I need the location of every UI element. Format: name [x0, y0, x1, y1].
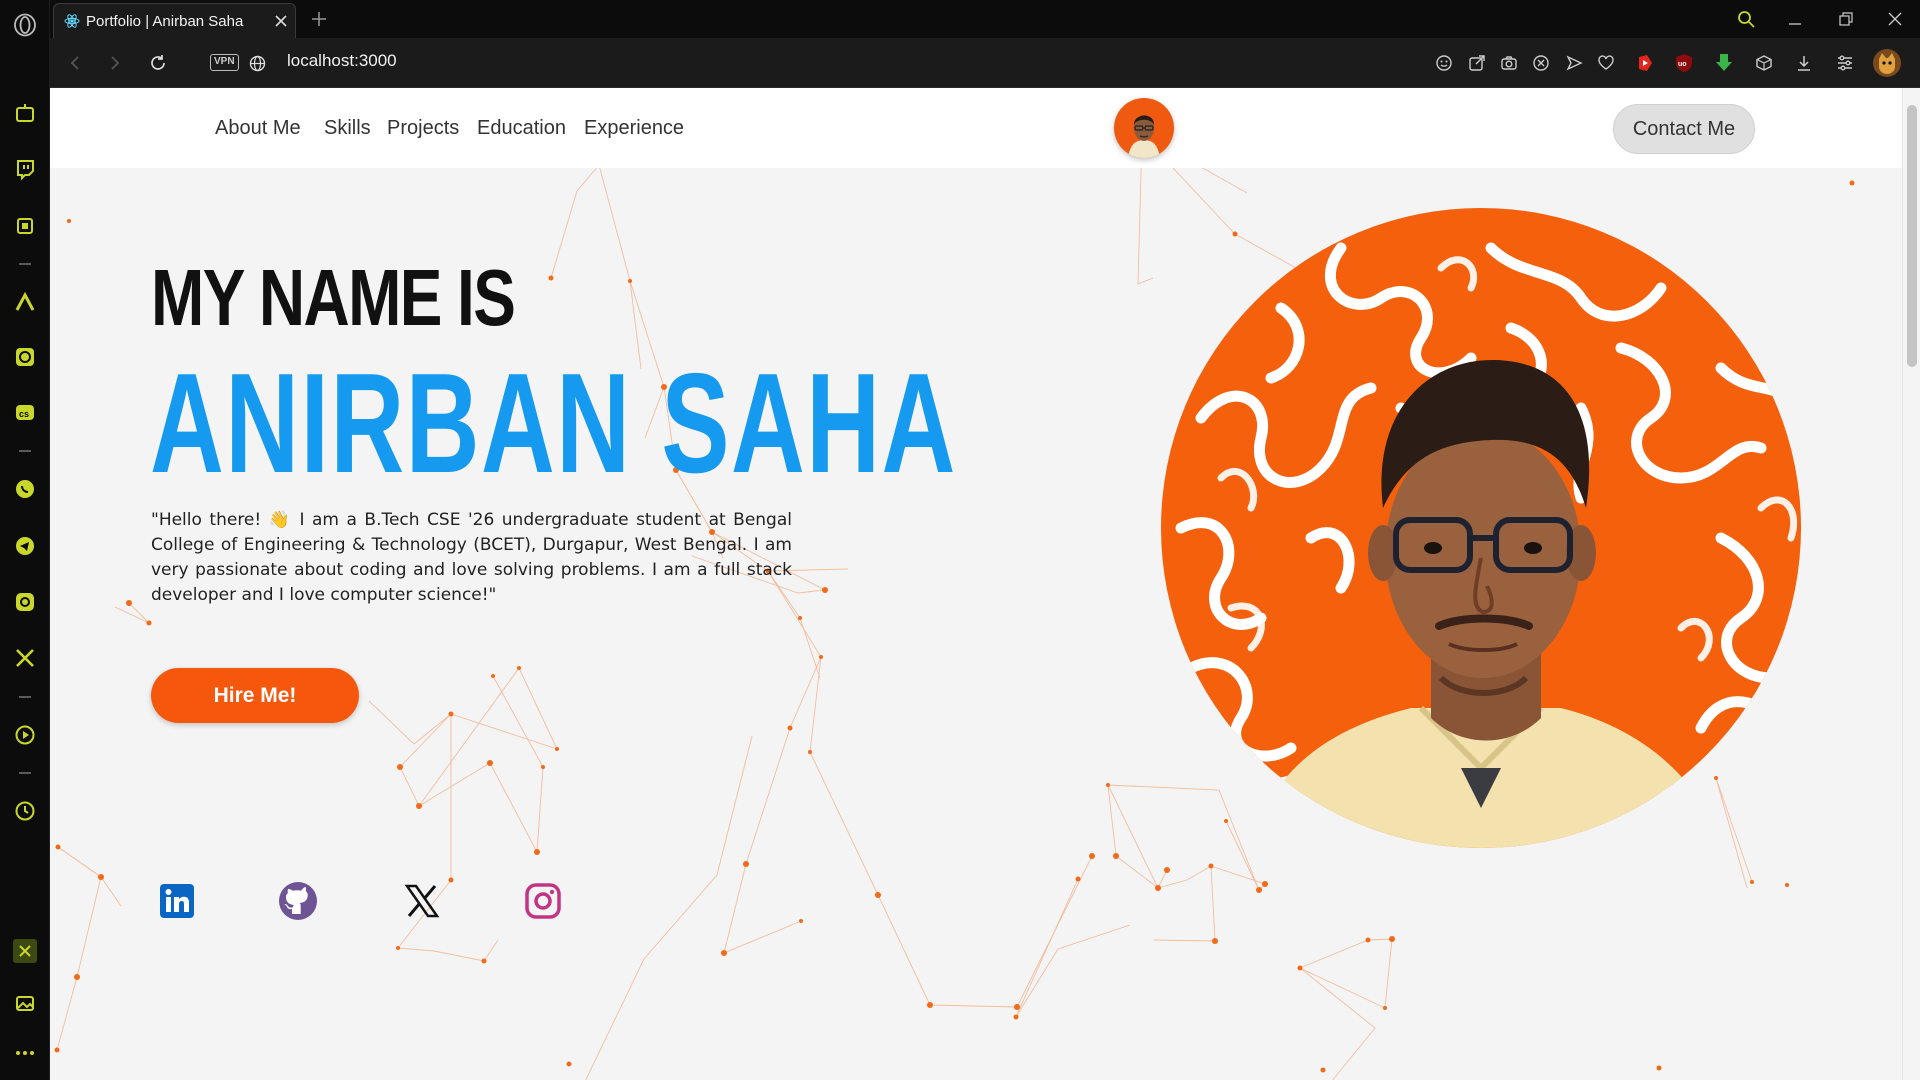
nav-skills[interactable]: Skills: [324, 117, 371, 140]
reload-icon[interactable]: [145, 50, 171, 76]
cube-icon[interactable]: [1751, 50, 1777, 76]
share-icon[interactable]: [1464, 50, 1490, 76]
tab-portfolio[interactable]: Portfolio | Anirban Saha: [53, 3, 296, 38]
instagram-icon[interactable]: [12, 589, 38, 615]
search-tabs-icon[interactable]: [1732, 6, 1760, 32]
chip-icon[interactable]: [12, 213, 38, 239]
svg-text:cs: cs: [19, 409, 29, 419]
history-icon[interactable]: [12, 798, 38, 824]
opera-logo-icon[interactable]: [12, 12, 38, 38]
nav-projects[interactable]: Projects: [387, 117, 459, 140]
telegram-icon[interactable]: [12, 533, 38, 559]
sidebar-separator: [19, 696, 31, 698]
back-icon[interactable]: [62, 50, 88, 76]
nav-education[interactable]: Education: [477, 117, 566, 140]
forward-icon[interactable]: [102, 50, 128, 76]
linkedin-icon[interactable]: [157, 881, 197, 921]
profile-avatar[interactable]: [1872, 48, 1902, 78]
nav-about-me[interactable]: About Me: [215, 117, 301, 140]
svg-text:uo: uo: [1678, 61, 1687, 68]
bio-paragraph: "Hello there! 👋 I am a B.Tech CSE '26 un…: [151, 510, 792, 605]
contact-me-button[interactable]: Contact Me: [1613, 104, 1755, 154]
x-icon[interactable]: [12, 645, 38, 671]
vpn-badge[interactable]: VPN: [210, 54, 239, 71]
cs-icon[interactable]: cs: [12, 400, 38, 426]
twitch-icon[interactable]: [12, 156, 38, 182]
close-tab-icon[interactable]: [267, 7, 295, 35]
intro-heading: MY NAME IS: [151, 253, 516, 342]
page-scrollbar[interactable]: [1902, 88, 1920, 1080]
hire-me-button[interactable]: Hire Me!: [151, 668, 359, 723]
opera-sidebar: cs: [0, 0, 50, 1080]
aria-icon[interactable]: [12, 100, 38, 126]
name-heading: ANIRBAN SAHA: [150, 344, 957, 503]
tab-title: Portfolio | Anirban Saha: [86, 12, 244, 30]
instagram-icon[interactable]: [523, 881, 563, 921]
minimize-icon[interactable]: [1781, 6, 1809, 32]
camera-icon[interactable]: [1496, 50, 1522, 76]
sidebar-separator: [19, 772, 31, 774]
more-icon[interactable]: [12, 1040, 38, 1066]
adblock-icon[interactable]: [1528, 50, 1554, 76]
address-url[interactable]: localhost:3000: [287, 51, 397, 71]
nav-avatar[interactable]: [1114, 98, 1174, 158]
whatsapp-icon[interactable]: [12, 476, 38, 502]
nav-experience[interactable]: Experience: [584, 117, 684, 140]
download-manager-icon[interactable]: [1711, 50, 1737, 76]
restore-icon[interactable]: [1832, 6, 1860, 32]
ublock-icon[interactable]: uo: [1671, 50, 1697, 76]
new-tab-button[interactable]: [306, 6, 332, 32]
tab-strip: Portfolio | Anirban Saha: [50, 0, 1920, 38]
profile-portrait: [1161, 208, 1801, 848]
address-toolbar: VPN localhost:3000 uo: [50, 38, 1920, 88]
easy-setup-icon[interactable]: [1832, 50, 1858, 76]
chatgpt-icon[interactable]: [12, 344, 38, 370]
sidebar-separator: [19, 263, 31, 265]
github-icon[interactable]: [278, 881, 318, 921]
x-icon[interactable]: [402, 881, 442, 921]
send-icon[interactable]: [1561, 50, 1587, 76]
react-icon: [64, 14, 80, 28]
emoji-icon[interactable]: [1431, 50, 1457, 76]
site-navbar: About Me Skills Projects Education Exper…: [50, 88, 1902, 168]
autodesk-icon[interactable]: [12, 289, 38, 315]
youtube-extension-icon[interactable]: [1632, 50, 1658, 76]
page-viewport: About Me Skills Projects Education Exper…: [50, 88, 1920, 1080]
scrollbar-thumb[interactable]: [1907, 105, 1917, 367]
downloads-icon[interactable]: [1791, 50, 1817, 76]
globe-icon[interactable]: [244, 50, 270, 76]
heart-icon[interactable]: [1593, 50, 1619, 76]
extension-icon[interactable]: [12, 938, 38, 964]
sidebar-separator: [19, 450, 31, 452]
player-icon[interactable]: [12, 722, 38, 748]
close-window-icon[interactable]: [1881, 6, 1909, 32]
gallery-icon[interactable]: [12, 990, 38, 1016]
